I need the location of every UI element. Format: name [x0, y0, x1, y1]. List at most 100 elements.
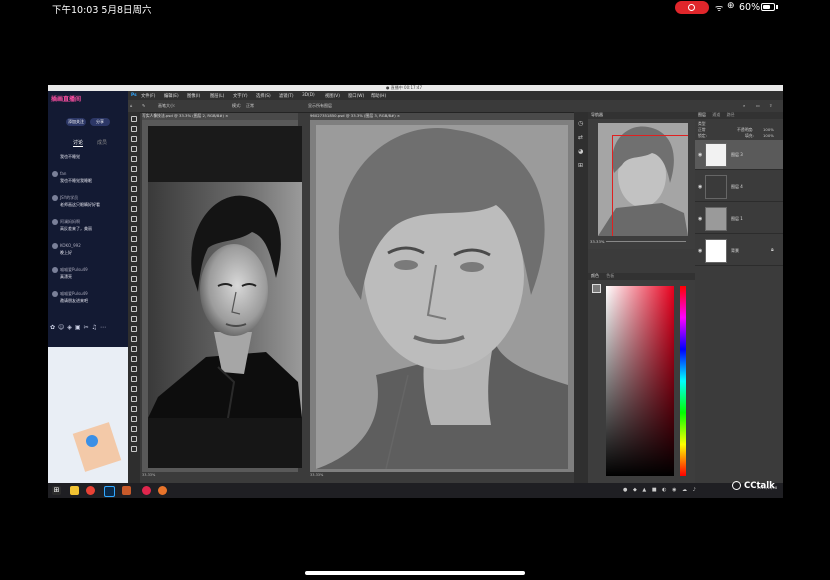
tab-layers[interactable]: 图层 [698, 112, 706, 117]
navigator-view-rectangle[interactable] [612, 135, 688, 236]
layer-row[interactable]: ◉ 图层 1 [695, 204, 783, 234]
tool-icon[interactable] [131, 236, 137, 242]
tool-icon[interactable] [131, 126, 137, 132]
emoji-icon[interactable]: ☺ [58, 324, 67, 331]
navigator-zoom-slider[interactable] [606, 241, 686, 242]
tool-icon[interactable] [131, 326, 137, 332]
cctalk-icon[interactable] [158, 486, 167, 495]
tool-icon[interactable] [131, 186, 137, 192]
tool-icon[interactable] [131, 296, 137, 302]
tab-channels[interactable]: 通道 [712, 112, 720, 117]
tab-color[interactable]: 颜色 [591, 273, 599, 278]
tool-icon[interactable] [131, 286, 137, 292]
tool-icon[interactable] [131, 406, 137, 412]
reference-document[interactable] [142, 120, 302, 472]
menu-item[interactable]: 文字(Y) [233, 93, 248, 99]
tab-members[interactable]: 成员 [97, 139, 107, 146]
menu-item[interactable]: 编辑(E) [164, 93, 179, 99]
tab-paths[interactable]: 路径 [727, 112, 735, 117]
scissors-icon[interactable]: ✂ [84, 324, 92, 331]
properties-icon[interactable]: ⊞ [578, 162, 583, 169]
tool-icon[interactable] [131, 366, 137, 372]
layer-row[interactable]: ◉ 背景 🔒︎ [695, 236, 783, 266]
tool-icon[interactable] [131, 416, 137, 422]
tool-icon[interactable] [131, 356, 137, 362]
tool-icon[interactable] [131, 306, 137, 312]
tool-icon[interactable] [131, 166, 137, 172]
tool-icon[interactable] [131, 256, 137, 262]
navigator-thumbnail[interactable] [598, 123, 688, 236]
navigator-tab[interactable]: 导航器 [588, 112, 695, 119]
menu-item[interactable]: 选择(S) [256, 93, 271, 99]
tab-swatches[interactable]: 色板 [606, 273, 614, 278]
live-app-icon[interactable] [142, 486, 151, 495]
system-tray-icons[interactable]: ● ◆ ▲ ■ ◐ ◉ ☁ ♪ [623, 487, 698, 493]
file-explorer-icon[interactable] [70, 486, 79, 495]
tool-icon[interactable] [131, 146, 137, 152]
painting-document[interactable] [310, 120, 574, 472]
flower-icon[interactable]: ✿ [50, 324, 58, 331]
layer-row[interactable]: ◉ 图层 4 [695, 172, 783, 202]
image-icon[interactable]: ▣ [75, 324, 84, 331]
tool-icon[interactable] [131, 196, 137, 202]
tool-icon[interactable] [131, 376, 137, 382]
tool-icon[interactable] [131, 336, 137, 342]
tool-icon[interactable] [131, 446, 137, 452]
eye-icon[interactable]: ◉ [698, 184, 702, 190]
tool-icon[interactable] [131, 116, 137, 122]
screen-recording-indicator[interactable] [675, 1, 709, 14]
chat-input-area[interactable] [48, 347, 128, 497]
chrome-icon[interactable] [86, 486, 95, 495]
foreground-color-swatch[interactable] [592, 284, 601, 293]
menu-item[interactable]: 图像(I) [187, 93, 200, 99]
tool-icon[interactable] [131, 206, 137, 212]
tool-icon[interactable] [131, 176, 137, 182]
tag-icon[interactable]: ◈ [67, 324, 75, 331]
chat-bubble-icon[interactable] [86, 435, 98, 447]
tool-icon[interactable] [131, 266, 137, 272]
share-button[interactable]: 分享 [90, 118, 110, 126]
history-icon[interactable]: ◷ [578, 120, 583, 127]
opacity-field[interactable]: 100% [763, 127, 774, 132]
menu-item[interactable]: 视图(V) [325, 93, 340, 99]
tool-icon[interactable] [131, 426, 137, 432]
document-tab-reference[interactable]: 写实人像技法.psd @ 33.3% (图层 2, RGB/8#) × [142, 113, 298, 120]
menu-item[interactable]: 帮助(H) [371, 93, 386, 99]
sample-all-layers-checkbox[interactable]: 显示所有图层 [308, 103, 332, 109]
tool-icon[interactable] [131, 276, 137, 282]
fill-field[interactable]: 100% [763, 133, 774, 138]
tool-icon[interactable] [131, 386, 137, 392]
bell-icon[interactable]: ♫ [92, 324, 100, 331]
eye-icon[interactable]: ◉ [698, 152, 702, 158]
tool-icon[interactable] [131, 316, 137, 322]
hue-slider[interactable] [680, 286, 686, 476]
home-icon[interactable]: ⌂ [130, 103, 133, 108]
photoshop-icon[interactable] [104, 486, 115, 497]
tool-icon[interactable] [131, 396, 137, 402]
menu-item[interactable]: 文件(F) [141, 93, 155, 99]
more-icon[interactable]: ⋯ [100, 324, 109, 331]
follow-button[interactable]: 添加关注 [66, 118, 86, 126]
layer-row[interactable]: ◉ 图层 3 [695, 140, 783, 170]
document-tab-painting[interactable]: 96027351850.psd @ 33.3% (图层 3, RGB/8#) × [310, 113, 574, 120]
menu-item[interactable]: 滤镜(T) [279, 93, 294, 99]
color-picker-field[interactable] [606, 286, 674, 476]
search-icon[interactable]: ⌕ [743, 103, 745, 108]
tab-discussion[interactable]: 讨论 [73, 139, 83, 146]
share-icon[interactable]: ⇪ [769, 103, 772, 108]
painting-canvas[interactable] [316, 125, 568, 469]
home-indicator[interactable] [305, 571, 525, 575]
tool-icon[interactable] [131, 136, 137, 142]
menu-item[interactable]: 窗口(W) [348, 93, 364, 99]
eye-icon[interactable]: ◉ [698, 248, 702, 254]
tool-icon[interactable] [131, 346, 137, 352]
color-wheel-icon[interactable]: ◕ [578, 148, 583, 155]
tool-icon[interactable] [131, 226, 137, 232]
start-icon[interactable]: ⊞ [52, 486, 61, 495]
tool-icon[interactable] [131, 216, 137, 222]
tool-icon[interactable] [131, 156, 137, 162]
eye-icon[interactable]: ◉ [698, 216, 702, 222]
app-icon[interactable] [122, 486, 131, 495]
adjust-icon[interactable]: ⇄ [578, 134, 583, 141]
workspace-icon[interactable]: ▭ [756, 103, 760, 108]
